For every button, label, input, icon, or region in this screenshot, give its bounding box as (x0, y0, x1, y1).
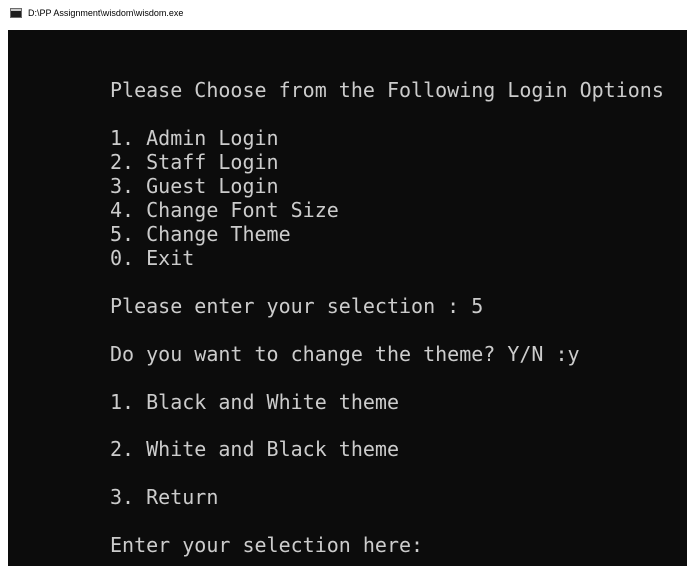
theme-option-black-white: 1. Black and White theme (110, 390, 399, 414)
theme-option-white-black: 2. White and Black theme (110, 437, 399, 461)
theme-change-prompt: Do you want to change the theme? Y/N :y (110, 342, 580, 366)
console-app-icon (10, 8, 22, 18)
menu-option-change-theme: 5. Change Theme (110, 222, 291, 246)
theme-option-return: 3. Return (110, 485, 219, 509)
menu-option-admin-login: 1. Admin Login (110, 126, 279, 150)
console-output[interactable]: Please Choose from the Following Login O… (8, 30, 687, 566)
menu-option-guest-login: 3. Guest Login (110, 174, 279, 198)
menu-option-exit: 0. Exit (110, 246, 195, 270)
input-prompt[interactable]: Enter your selection here: (110, 533, 423, 557)
menu-heading: Please Choose from the Following Login O… (110, 78, 664, 102)
window-title: D:\PP Assignment\wisdom\wisdom.exe (28, 8, 184, 18)
selection-prompt: Please enter your selection : 5 (110, 294, 484, 318)
console-window: D:\PP Assignment\wisdom\wisdom.exe Pleas… (0, 0, 687, 566)
menu-option-change-font-size: 4. Change Font Size (110, 198, 339, 222)
title-bar[interactable]: D:\PP Assignment\wisdom\wisdom.exe (0, 0, 687, 30)
menu-option-staff-login: 2. Staff Login (110, 150, 279, 174)
